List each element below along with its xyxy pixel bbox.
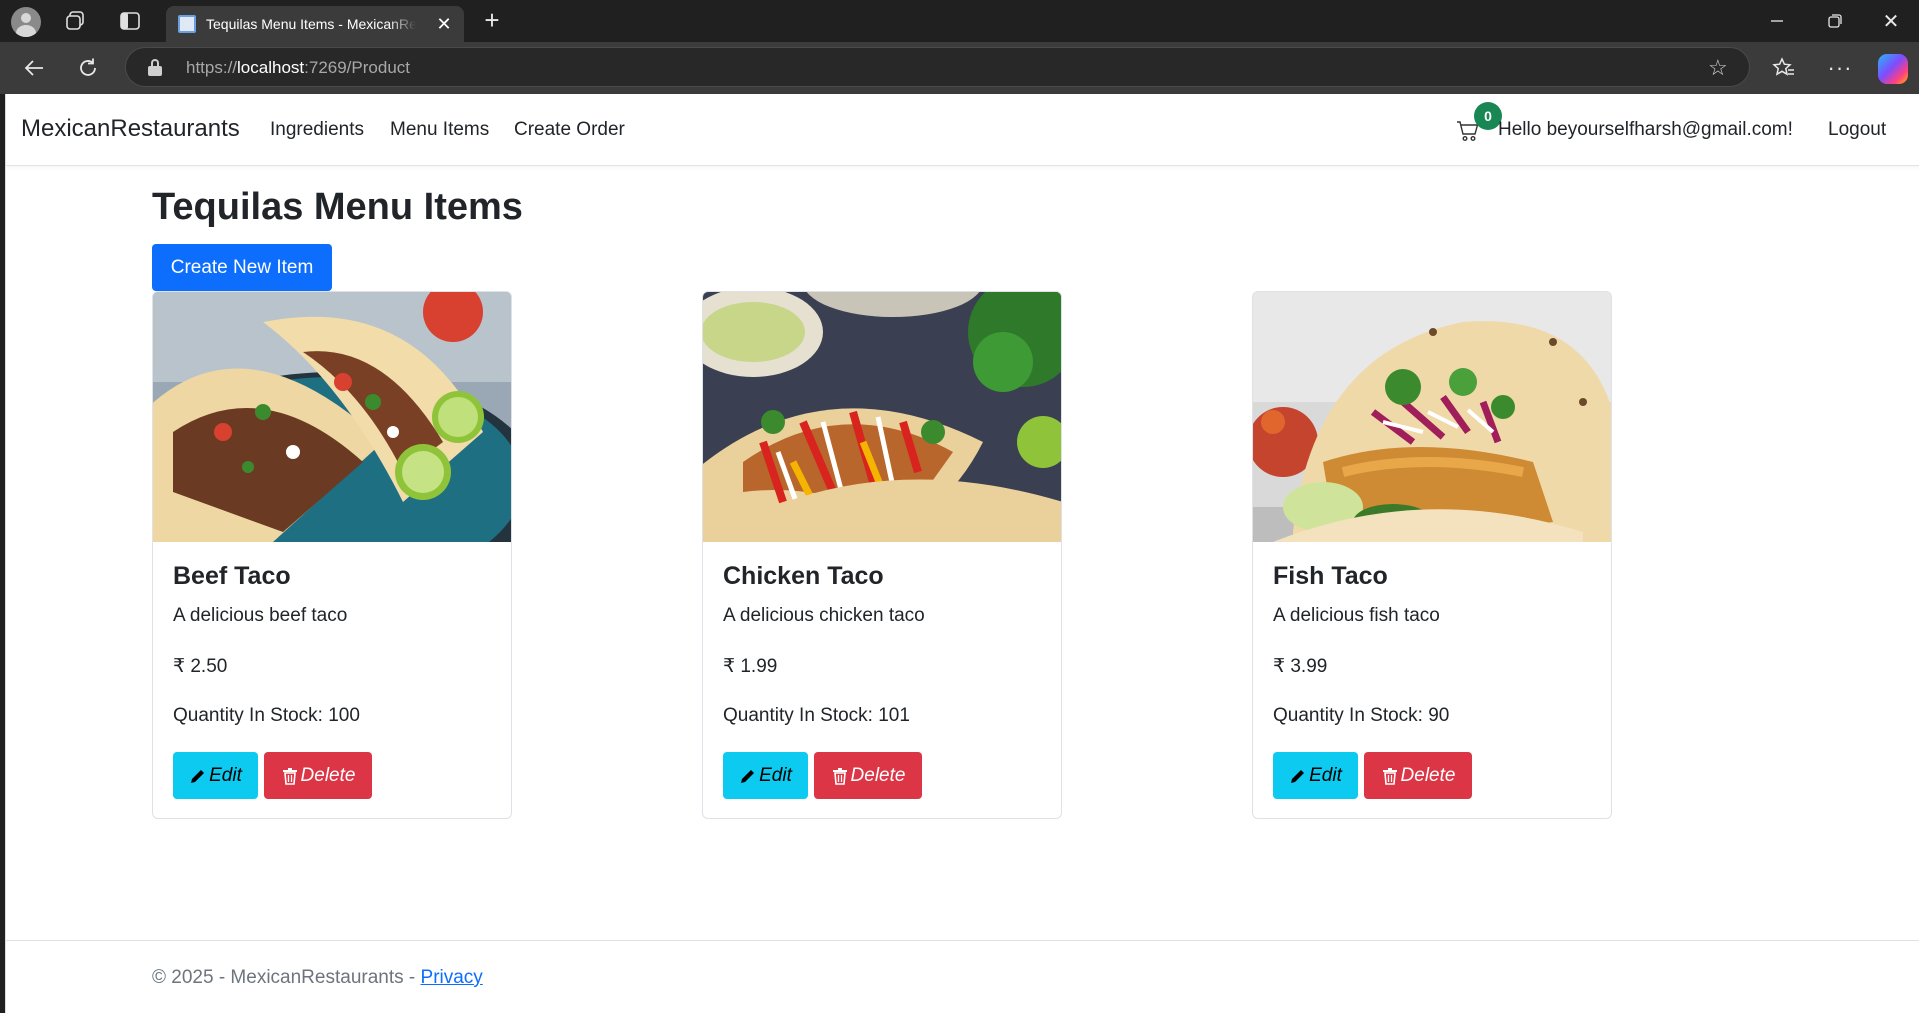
item-stock: Quantity In Stock: 101 bbox=[723, 705, 910, 726]
address-bar-row: https://localhost:7269/Product ☆ ··· bbox=[0, 42, 1919, 94]
copilot-icon[interactable] bbox=[1878, 54, 1908, 84]
edit-label: Edit bbox=[759, 764, 792, 786]
tab-close-icon[interactable]: ✕ bbox=[432, 12, 456, 36]
page-favicon-icon bbox=[178, 15, 196, 33]
favorites-icon[interactable] bbox=[1770, 54, 1798, 82]
item-price: ₹ 3.99 bbox=[1273, 656, 1328, 677]
nav-link-ingredients[interactable]: Ingredients bbox=[270, 119, 364, 141]
footer-text: © 2025 - MexicanRestaurants - Privacy bbox=[152, 967, 483, 989]
edit-label: Edit bbox=[1309, 764, 1342, 786]
active-tab[interactable]: Tequilas Menu Items - MexicanRestaurants… bbox=[166, 6, 464, 42]
minimize-icon[interactable] bbox=[1762, 8, 1792, 34]
edit-button[interactable]: Edit bbox=[723, 752, 808, 799]
footer-copyright: © 2025 - MexicanRestaurants - bbox=[152, 967, 421, 988]
trash-icon bbox=[281, 767, 299, 785]
tab-title: Tequilas Menu Items - MexicanRestaurants bbox=[206, 16, 416, 32]
item-name: Fish Taco bbox=[1273, 562, 1388, 590]
edit-button[interactable]: Edit bbox=[173, 752, 258, 799]
delete-label: Delete bbox=[850, 764, 906, 786]
item-description: A delicious chicken taco bbox=[723, 605, 925, 626]
logout-link[interactable]: Logout bbox=[1828, 119, 1886, 141]
create-new-item-button[interactable]: Create New Item bbox=[152, 244, 332, 291]
item-price: ₹ 1.99 bbox=[723, 656, 778, 677]
site-footer: © 2025 - MexicanRestaurants - Privacy bbox=[6, 940, 1919, 1013]
fish-taco-image bbox=[1253, 292, 1611, 542]
chicken-taco-image bbox=[703, 292, 1061, 542]
pencil-icon bbox=[739, 767, 757, 785]
nav-link-create-order[interactable]: Create Order bbox=[514, 119, 625, 141]
menu-item-card: Beef Taco A delicious beef taco ₹ 2.50 Q… bbox=[152, 291, 512, 819]
restore-icon[interactable] bbox=[1820, 8, 1850, 34]
back-icon[interactable] bbox=[20, 54, 48, 82]
site-navbar: MexicanRestaurants Ingredients Menu Item… bbox=[6, 94, 1919, 166]
window-close-icon[interactable]: ✕ bbox=[1876, 8, 1906, 34]
browser-tab-bar: Tequilas Menu Items - MexicanRestaurants… bbox=[0, 0, 1919, 42]
reload-icon[interactable] bbox=[74, 54, 102, 82]
url-text: https://localhost:7269/Product bbox=[186, 58, 410, 77]
user-greeting[interactable]: Hello beyourselfharsh@gmail.com! bbox=[1498, 119, 1793, 141]
menu-item-card: Fish Taco A delicious fish taco ₹ 3.99 Q… bbox=[1252, 291, 1612, 819]
item-description: A delicious fish taco bbox=[1273, 605, 1440, 626]
pencil-icon bbox=[189, 767, 207, 785]
menu-item-card: Chicken Taco A delicious chicken taco ₹ … bbox=[702, 291, 1062, 819]
page-title: Tequilas Menu Items bbox=[152, 186, 523, 228]
web-page: MexicanRestaurants Ingredients Menu Item… bbox=[5, 94, 1919, 1013]
privacy-link[interactable]: Privacy bbox=[421, 967, 483, 988]
favorite-star-icon[interactable]: ☆ bbox=[1708, 55, 1728, 81]
delete-button[interactable]: Delete bbox=[264, 752, 372, 799]
beef-taco-image bbox=[153, 292, 511, 542]
item-name: Chicken Taco bbox=[723, 562, 884, 590]
pencil-icon bbox=[1289, 767, 1307, 785]
more-options-icon[interactable]: ··· bbox=[1826, 54, 1854, 82]
edit-label: Edit bbox=[209, 764, 242, 786]
lock-icon[interactable] bbox=[148, 59, 162, 76]
item-description: A delicious beef taco bbox=[173, 605, 348, 626]
site-brand[interactable]: MexicanRestaurants bbox=[21, 115, 240, 143]
trash-icon bbox=[1381, 767, 1399, 785]
item-stock: Quantity In Stock: 100 bbox=[173, 705, 360, 726]
delete-label: Delete bbox=[300, 764, 356, 786]
delete-label: Delete bbox=[1400, 764, 1456, 786]
url-field[interactable]: https://localhost:7269/Product ☆ bbox=[125, 47, 1750, 87]
trash-icon bbox=[831, 767, 849, 785]
workspaces-icon[interactable] bbox=[64, 10, 86, 32]
edit-button[interactable]: Edit bbox=[1273, 752, 1358, 799]
profile-avatar-icon[interactable] bbox=[11, 7, 41, 37]
item-name: Beef Taco bbox=[173, 562, 291, 590]
nav-link-menu-items[interactable]: Menu Items bbox=[390, 119, 489, 141]
item-price: ₹ 2.50 bbox=[173, 656, 228, 677]
delete-button[interactable]: Delete bbox=[1364, 752, 1472, 799]
vertical-tabs-icon[interactable] bbox=[118, 10, 142, 32]
item-stock: Quantity In Stock: 90 bbox=[1273, 705, 1450, 726]
delete-button[interactable]: Delete bbox=[814, 752, 922, 799]
new-tab-icon[interactable]: + bbox=[478, 5, 506, 35]
